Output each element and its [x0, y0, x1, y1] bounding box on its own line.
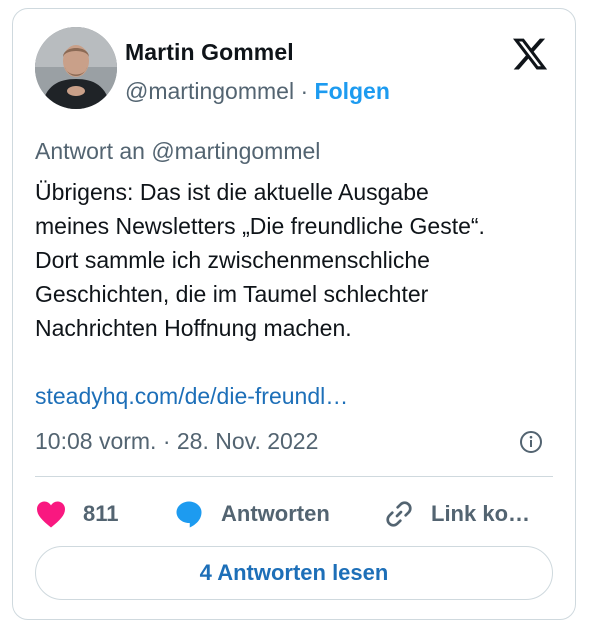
- tweet-text-line: Nachrichten Hoffnung machen.: [35, 315, 352, 341]
- author-handle-row: @martingommel · Folgen: [125, 78, 390, 105]
- author-handle[interactable]: @martingommel: [125, 78, 294, 104]
- tweet-link[interactable]: steadyhq.com/de/die-freundl…: [35, 383, 348, 410]
- tweet-text-line: Dort sammle ich zwischenmenschliche: [35, 247, 430, 273]
- like-button[interactable]: 811: [35, 497, 119, 531]
- x-logo-icon[interactable]: [511, 35, 549, 73]
- speech-bubble-icon: [176, 501, 202, 528]
- follow-button[interactable]: Folgen: [315, 78, 390, 104]
- reply-to-label[interactable]: Antwort an @martingommel: [35, 138, 320, 165]
- heart-icon: [37, 501, 65, 528]
- read-replies-button[interactable]: 4 Antworten lesen: [35, 546, 553, 600]
- info-icon[interactable]: [519, 430, 543, 454]
- tweet-text-line: Übrigens: Das ist die aktuelle Ausgabe: [35, 179, 429, 205]
- link-icon: [386, 501, 412, 527]
- author-name[interactable]: Martin Gommel: [125, 39, 294, 66]
- copy-link-label: Link ko…: [431, 501, 531, 526]
- divider: [35, 476, 553, 477]
- handle-separator: ·: [300, 78, 309, 104]
- copy-link-button[interactable]: Link ko…: [383, 497, 530, 531]
- reply-label: Antworten: [221, 501, 330, 526]
- tweet-timestamp[interactable]: 10:08 vorm. · 28. Nov. 2022: [35, 428, 318, 455]
- reply-button[interactable]: Antworten: [173, 497, 330, 531]
- tweet-text-line: Geschichten, die im Taumel schlechter: [35, 281, 429, 307]
- avatar[interactable]: [35, 27, 117, 109]
- tweet-text-line: meines Newsletters „Die freundliche Gest…: [35, 213, 485, 239]
- like-count: 811: [83, 501, 119, 526]
- tweet-text: Übrigens: Das ist die aktuelle Ausgabe m…: [35, 175, 565, 345]
- tweet-embed-card: Martin Gommel @martingommel · Folgen Ant…: [12, 8, 576, 620]
